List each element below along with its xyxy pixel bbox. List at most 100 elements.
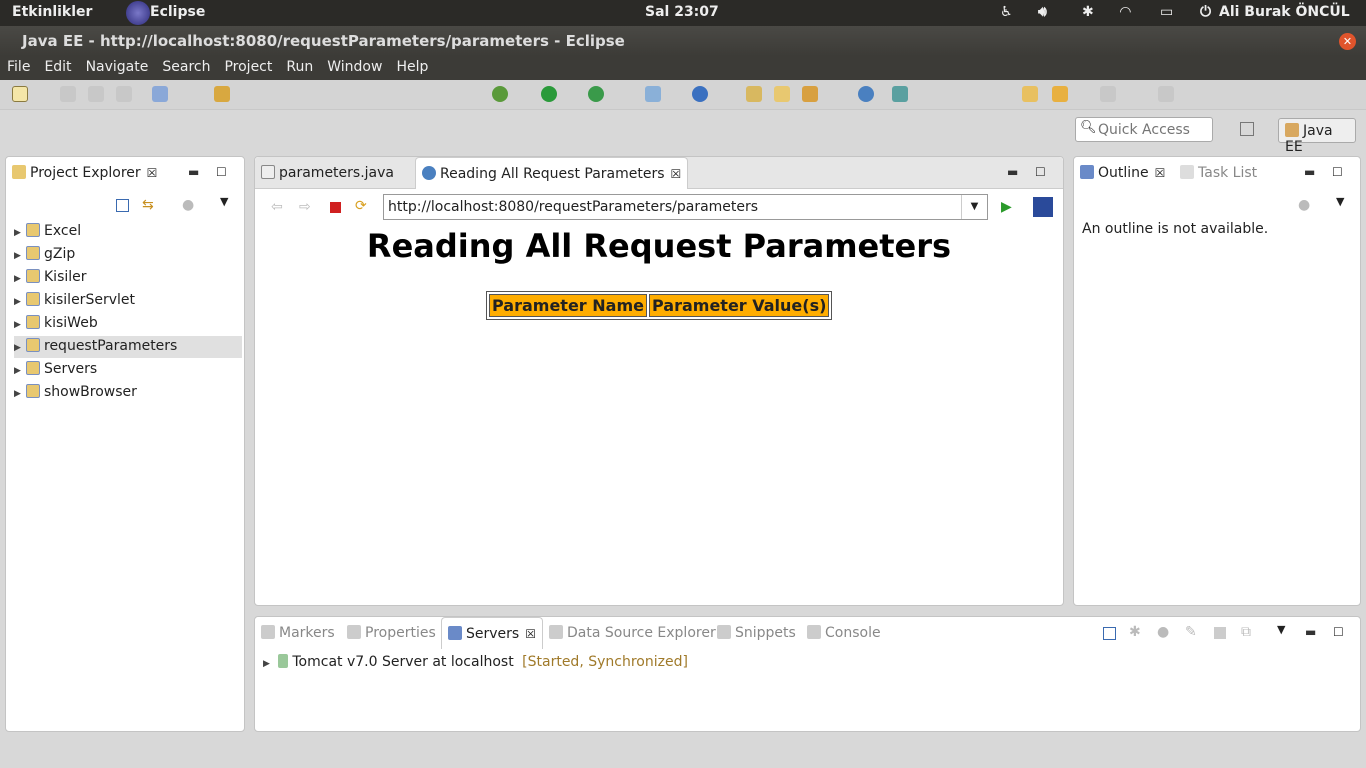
step-filters-icon[interactable] <box>214 86 230 102</box>
close-icon[interactable]: ☒ <box>1155 166 1166 180</box>
menu-search[interactable]: Search <box>155 56 217 75</box>
expand-icon[interactable]: ▶ <box>14 274 26 284</box>
profile-server-icon[interactable]: ✎ <box>1185 624 1197 640</box>
refresh-icon[interactable]: ⟳ <box>355 198 367 214</box>
pin-editor-icon[interactable] <box>1158 86 1174 102</box>
expand-icon[interactable]: ▶ <box>14 366 26 376</box>
close-window-button[interactable]: ✕ <box>1339 33 1356 50</box>
tree-item[interactable]: ▶ showBrowser <box>14 382 242 404</box>
eclipse-browser-icon[interactable] <box>1033 197 1053 217</box>
menu-edit[interactable]: Edit <box>37 56 78 75</box>
maximize-icon[interactable]: ☐ <box>1035 165 1046 179</box>
back-icon[interactable] <box>1052 86 1068 102</box>
run-icon[interactable] <box>541 86 557 102</box>
link-with-editor-icon[interactable]: ⇆ <box>142 197 154 213</box>
view-menu-icon[interactable]: ▼ <box>1336 195 1344 208</box>
expand-icon[interactable]: ▶ <box>263 659 270 669</box>
expand-icon[interactable]: ▶ <box>14 228 26 238</box>
expand-icon[interactable]: ▶ <box>14 320 26 330</box>
external-icon[interactable] <box>892 86 908 102</box>
stop-server-icon[interactable] <box>1214 627 1226 639</box>
last-edit-icon[interactable] <box>1022 86 1038 102</box>
tab-console[interactable]: Console <box>801 617 887 649</box>
publish-icon[interactable]: ⧉ <box>1241 624 1251 640</box>
debug-icon[interactable] <box>492 86 508 102</box>
activities-button[interactable]: Etkinlikler <box>12 4 92 20</box>
tab-browser[interactable]: Reading All Request Parameters ☒ <box>415 157 689 189</box>
back-icon[interactable]: ⇦ <box>271 199 283 215</box>
clock[interactable]: Sal 23:07 <box>645 4 719 20</box>
bluetooth-icon[interactable]: ✱ <box>1082 4 1094 20</box>
close-icon[interactable]: ☒ <box>147 166 158 180</box>
focus-icon[interactable]: ● <box>1298 197 1310 213</box>
close-icon[interactable]: ☒ <box>525 627 536 641</box>
expand-icon[interactable]: ▶ <box>14 251 26 261</box>
forward-icon[interactable] <box>1100 86 1116 102</box>
expand-icon[interactable]: ▶ <box>14 343 26 353</box>
open-folder-icon[interactable] <box>774 86 790 102</box>
maximize-icon[interactable]: ☐ <box>1333 625 1344 639</box>
print-icon[interactable] <box>116 86 132 102</box>
tab-parameters-java[interactable]: parameters.java <box>255 157 400 189</box>
new-icon[interactable] <box>12 86 28 102</box>
tab-servers[interactable]: Servers ☒ <box>441 617 543 649</box>
url-dropdown-icon[interactable]: ▼ <box>961 195 987 219</box>
search-tool-icon[interactable] <box>802 86 818 102</box>
debug-server-icon[interactable]: ✱ <box>1129 624 1141 640</box>
tree-item[interactable]: ▶ requestParameters <box>14 336 242 358</box>
tab-task-list[interactable]: Task List <box>1174 157 1263 189</box>
minimize-icon[interactable]: ▬ <box>1305 625 1316 639</box>
minimize-icon[interactable]: ▬ <box>188 165 199 179</box>
tree-item[interactable]: ▶ Servers <box>14 359 242 381</box>
close-icon[interactable]: ☒ <box>671 167 682 181</box>
menu-run[interactable]: Run <box>279 56 320 75</box>
accessibility-icon[interactable]: ♿ <box>1000 4 1013 20</box>
app-menu[interactable]: Eclipse <box>150 4 205 20</box>
menu-navigate[interactable]: Navigate <box>79 56 156 75</box>
battery-icon[interactable]: ▭ <box>1160 4 1173 20</box>
collapse-all-icon[interactable] <box>116 199 129 212</box>
tab-snippets[interactable]: Snippets <box>711 617 802 649</box>
tree-item[interactable]: ▶ Kisiler <box>14 267 242 289</box>
menu-file[interactable]: File <box>0 56 37 75</box>
maximize-icon[interactable]: ☐ <box>216 165 227 179</box>
tree-item[interactable]: ▶ gZip <box>14 244 242 266</box>
power-icon[interactable]: ⏻ <box>1200 4 1211 20</box>
maximize-icon[interactable]: ☐ <box>1332 165 1343 179</box>
menu-window[interactable]: Window <box>320 56 389 75</box>
tab-outline[interactable]: Outline ☒ <box>1074 157 1171 189</box>
focus-icon[interactable]: ● <box>182 197 194 213</box>
stop-icon[interactable] <box>330 202 341 213</box>
expand-icon[interactable]: ▶ <box>14 389 26 399</box>
tree-item[interactable]: ▶ kisiWeb <box>14 313 242 335</box>
new-server-icon[interactable] <box>645 86 661 102</box>
skip-breakpoints-icon[interactable] <box>152 86 168 102</box>
server-row[interactable]: ▶ Tomcat v7.0 Server at localhost [Start… <box>263 654 688 670</box>
forward-icon[interactable]: ⇨ <box>299 199 311 215</box>
volume-icon[interactable]: 🔊︎ <box>1038 4 1047 20</box>
user-name[interactable]: Ali Burak ÖNCÜL <box>1219 4 1350 20</box>
tree-item[interactable]: ▶ kisilerServlet <box>14 290 242 312</box>
run-external-tools-icon[interactable] <box>588 86 604 102</box>
tab-properties[interactable]: Properties <box>341 617 442 649</box>
tree-item[interactable]: ▶ Excel <box>14 221 242 243</box>
tab-markers[interactable]: Markers <box>255 617 341 649</box>
tab-data-source-explorer[interactable]: Data Source Explorer <box>543 617 722 649</box>
save-all-icon[interactable] <box>88 86 104 102</box>
collapse-all-icon[interactable] <box>1103 627 1116 640</box>
view-menu-icon[interactable]: ▼ <box>1277 623 1285 636</box>
start-server-icon[interactable]: ● <box>1157 624 1169 640</box>
minimize-icon[interactable]: ▬ <box>1007 165 1018 179</box>
url-input[interactable]: http://localhost:8080/requestParameters/… <box>383 194 988 220</box>
open-perspective-icon[interactable] <box>1240 122 1254 136</box>
expand-icon[interactable]: ▶ <box>14 297 26 307</box>
new-class-icon[interactable] <box>692 86 708 102</box>
menu-help[interactable]: Help <box>389 56 435 75</box>
menu-project[interactable]: Project <box>217 56 279 75</box>
java-ee-perspective-button[interactable]: Java EE <box>1278 118 1356 155</box>
browser-icon[interactable] <box>858 86 874 102</box>
go-icon[interactable]: ▶ <box>1001 199 1012 215</box>
open-type-icon[interactable] <box>746 86 762 102</box>
save-icon[interactable] <box>60 86 76 102</box>
minimize-icon[interactable]: ▬ <box>1304 165 1315 179</box>
